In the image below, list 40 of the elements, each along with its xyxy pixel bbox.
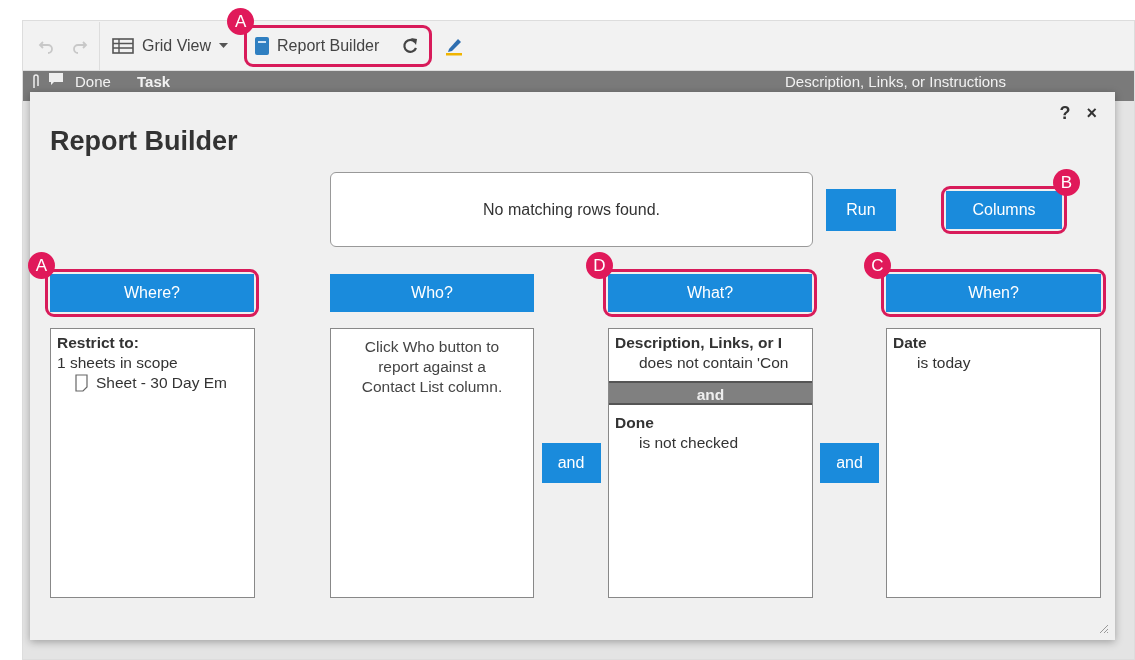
criterion-condition: is not checked (638, 433, 740, 454)
close-button[interactable]: × (1086, 100, 1097, 127)
scope-heading: Restrict to: (57, 333, 140, 354)
result-message: No matching rows found. (330, 172, 813, 248)
joiner-bar: and (609, 381, 812, 406)
attachment-icon (31, 73, 41, 89)
criterion-field: Done (615, 413, 806, 434)
sheet-name: Sheet - 30 Day Em (96, 373, 227, 394)
action-button[interactable]: Run (826, 188, 896, 231)
criterion-field: Description, Links, or I (615, 333, 806, 354)
action-button[interactable]: Columns (946, 190, 1062, 229)
and-button[interactable]: and (820, 443, 879, 484)
column-header: Task (136, 73, 172, 90)
panel-button[interactable]: Who? (330, 274, 534, 313)
caret-icon (219, 42, 229, 49)
and-button[interactable]: and (541, 443, 601, 484)
help-button[interactable]: ? (1059, 100, 1071, 127)
scope-summary: 1 sheets in scope (57, 353, 179, 374)
callout-badge: A (28, 252, 55, 280)
view-menu[interactable]: Grid View (112, 33, 229, 58)
table-icon (112, 36, 134, 55)
column-header: Description, Links, or Instructions (784, 73, 1007, 90)
refresh-icon[interactable] (401, 36, 420, 55)
criterion-condition: is today (916, 353, 972, 374)
criterion-condition: does not contain 'Con (638, 353, 790, 374)
panel-button[interactable]: When? (886, 274, 1101, 313)
callout-badge: B (1053, 168, 1080, 196)
panel-button[interactable]: What? (608, 274, 812, 313)
callout-badge: A (227, 7, 255, 35)
criterion-field: Date (893, 333, 1094, 354)
callout-badge: C (864, 252, 891, 280)
report-icon (255, 36, 270, 55)
column-header: Done (74, 73, 112, 90)
hint-text: Click Who button to report against a Contact List column. (360, 337, 504, 398)
panel-button[interactable]: Where? (50, 274, 254, 313)
resize-grip-icon (1097, 622, 1109, 634)
callout-badge: D (586, 252, 613, 280)
dialog-title: Report Builder (50, 125, 239, 158)
comment-icon (49, 73, 63, 85)
sheet-icon (75, 374, 88, 393)
